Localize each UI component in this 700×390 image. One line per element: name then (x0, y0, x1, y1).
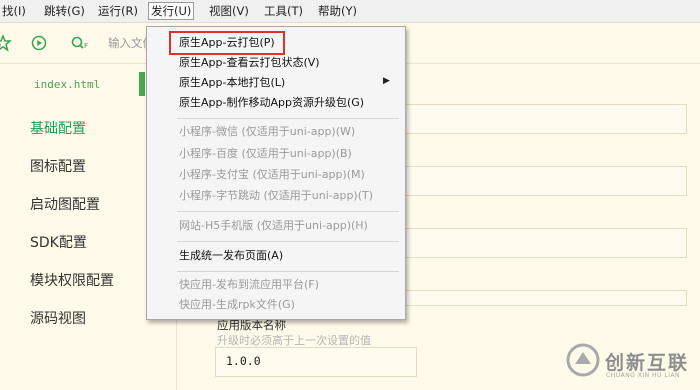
brand-sub: CHUANG XIN HU LIAN (606, 372, 681, 379)
version-name-input[interactable]: 1.0.0 (215, 347, 417, 377)
menu-find[interactable]: 找(I) (0, 3, 28, 19)
svg-text:F: F (84, 42, 88, 50)
sidebar-item-icon[interactable]: 图标配置 (30, 156, 86, 176)
menu-separator (177, 271, 399, 272)
submenu-arrow-icon: ▶ (383, 76, 390, 86)
sidebar-item-basic[interactable]: 基础配置 (30, 118, 86, 138)
menu-item-mp-wechat[interactable]: 小程序-微信 (仅适用于uni-app)(W) (179, 123, 355, 141)
sidebar-item-splash[interactable]: 启动图配置 (30, 194, 100, 214)
menu-help[interactable]: 帮助(Y) (316, 3, 359, 19)
star-icon[interactable] (0, 34, 12, 52)
menu-item-cloud-pack[interactable]: 原生App-云打包(P) (179, 34, 275, 52)
menu-item-quickapp-rpk[interactable]: 快应用-生成rpk文件(G) (179, 296, 295, 314)
active-tab-indicator (139, 72, 145, 96)
brand-name: 创新互联 (605, 352, 690, 374)
run-icon[interactable] (30, 34, 48, 52)
menu-goto[interactable]: 跳转(G) (42, 3, 87, 19)
menu-item-h5[interactable]: 网站-H5手机版 (仅适用于uni-app)(H) (179, 217, 368, 235)
sidebar-item-permissions[interactable]: 模块权限配置 (30, 270, 114, 290)
menu-run[interactable]: 运行(R) (96, 3, 140, 19)
menu-view[interactable]: 视图(V) (207, 3, 251, 19)
sidebar-item-source[interactable]: 源码视图 (30, 308, 86, 328)
file-tab-index[interactable]: index.html (34, 78, 100, 91)
menu-tools[interactable]: 工具(T) (262, 3, 305, 19)
version-name-value: 1.0.0 (226, 354, 261, 368)
sidebar-item-sdk[interactable]: SDK配置 (30, 232, 87, 252)
menu-publish[interactable]: 发行(U) (148, 2, 195, 20)
menu-item-local-pack[interactable]: 原生App-本地打包(L) (179, 74, 285, 92)
menu-separator (177, 241, 399, 242)
menu-item-mp-bytedance[interactable]: 小程序-字节跳动 (仅适用于uni-app)(T) (179, 187, 373, 205)
menu-item-mp-alipay[interactable]: 小程序-支付宝 (仅适用于uni-app)(M) (179, 166, 365, 184)
version-name-hint: 升级时必须高于上一次设置的值 (217, 334, 371, 347)
menu-item-mp-baidu[interactable]: 小程序-百度 (仅适用于uni-app)(B) (179, 145, 352, 163)
menu-item-quickapp-publish[interactable]: 快应用-发布到流应用平台(F) (179, 276, 319, 294)
menu-item-cloud-status[interactable]: 原生App-查看云打包状态(V) (179, 54, 320, 72)
menu-item-unified-page[interactable]: 生成统一发布页面(A) (179, 247, 283, 265)
search-file-icon[interactable]: F (70, 34, 92, 52)
menu-bar: 找(I) 跳转(G) 运行(R) 发行(U) 视图(V) 工具(T) 帮助(Y) (0, 0, 700, 23)
publish-menu: 原生App-云打包(P) 原生App-查看云打包状态(V) 原生App-本地打包… (146, 26, 406, 320)
menu-item-upgrade-pack[interactable]: 原生App-制作移动App资源升级包(G) (179, 94, 364, 112)
menu-separator (177, 118, 399, 119)
brand-logo-icon (566, 343, 600, 377)
menu-separator (177, 211, 399, 212)
